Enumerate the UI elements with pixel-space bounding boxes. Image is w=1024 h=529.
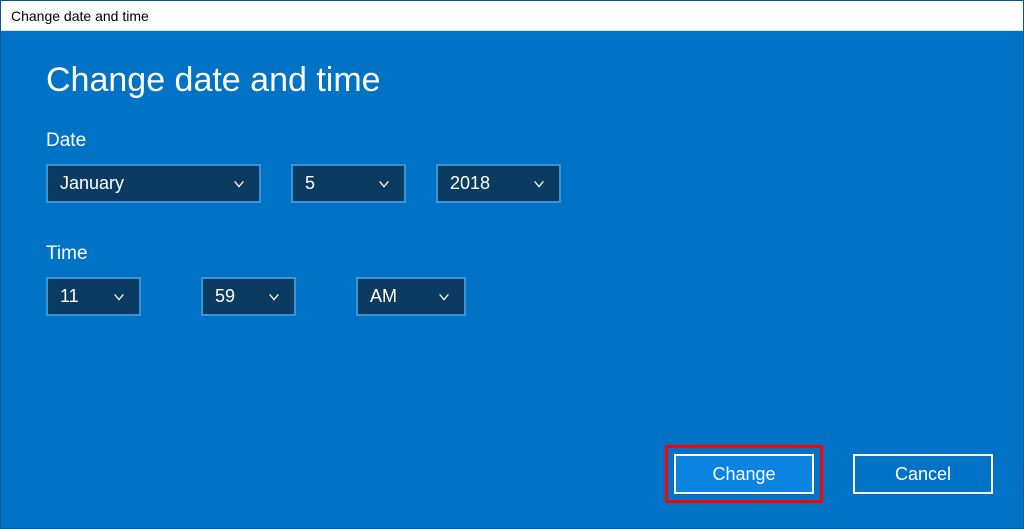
chevron-down-icon bbox=[436, 289, 452, 305]
day-dropdown[interactable]: 5 bbox=[291, 164, 406, 203]
window-title: Change date and time bbox=[1, 1, 1023, 31]
minute-value: 59 bbox=[215, 286, 235, 307]
year-dropdown[interactable]: 2018 bbox=[436, 164, 561, 203]
cancel-button[interactable]: Cancel bbox=[853, 454, 993, 494]
time-row: 11 59 AM bbox=[46, 277, 978, 316]
date-label: Date bbox=[46, 130, 978, 152]
hour-dropdown[interactable]: 11 bbox=[46, 277, 141, 316]
dialog-window: Change date and time Change date and tim… bbox=[0, 0, 1024, 529]
minute-dropdown[interactable]: 59 bbox=[201, 277, 296, 316]
date-row: January 5 2018 bbox=[46, 164, 978, 203]
ampm-value: AM bbox=[370, 286, 397, 307]
year-value: 2018 bbox=[450, 173, 490, 194]
chevron-down-icon bbox=[231, 176, 247, 192]
button-row: Change Cancel bbox=[665, 445, 993, 503]
ampm-dropdown[interactable]: AM bbox=[356, 277, 466, 316]
month-value: January bbox=[60, 173, 124, 194]
day-value: 5 bbox=[305, 173, 315, 194]
chevron-down-icon bbox=[111, 289, 127, 305]
time-label: Time bbox=[46, 243, 978, 265]
chevron-down-icon bbox=[531, 176, 547, 192]
chevron-down-icon bbox=[266, 289, 282, 305]
highlight-annotation: Change bbox=[665, 445, 823, 503]
dialog-content: Change date and time Date January 5 2018 bbox=[1, 31, 1023, 528]
month-dropdown[interactable]: January bbox=[46, 164, 261, 203]
hour-value: 11 bbox=[60, 286, 79, 307]
chevron-down-icon bbox=[376, 176, 392, 192]
page-heading: Change date and time bbox=[46, 61, 978, 100]
change-button[interactable]: Change bbox=[674, 454, 814, 494]
